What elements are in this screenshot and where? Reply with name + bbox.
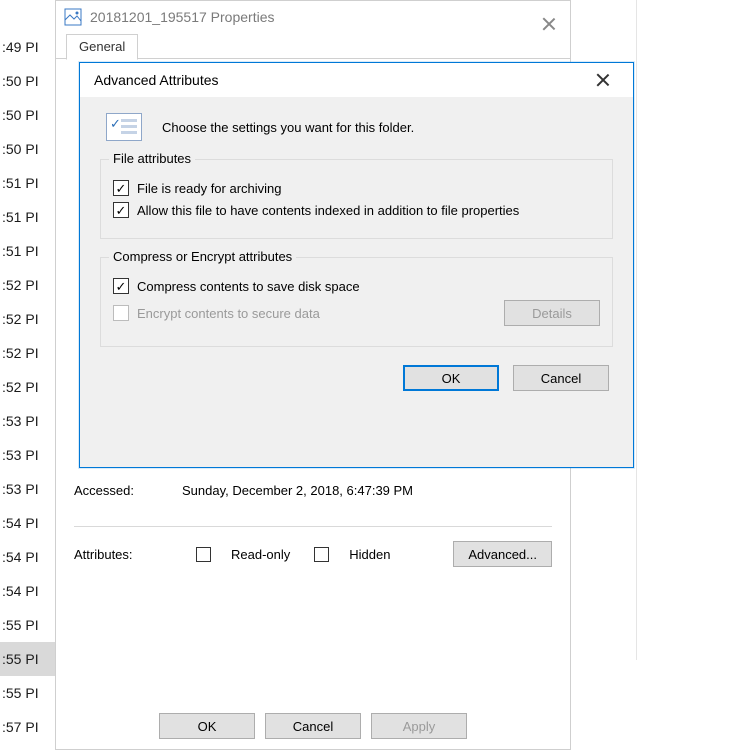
tab-general[interactable]: General: [66, 34, 138, 60]
attributes-label: Attributes:: [74, 547, 182, 562]
advanced-titlebar: Advanced Attributes: [80, 63, 633, 97]
index-label: Allow this file to have contents indexed…: [137, 203, 519, 218]
archive-label: File is ready for archiving: [137, 181, 282, 196]
advanced-intro-text: Choose the settings you want for this fo…: [162, 120, 414, 135]
accessed-label: Accessed:: [74, 483, 182, 498]
advanced-close-button[interactable]: [581, 65, 625, 95]
advanced-button[interactable]: Advanced...: [453, 541, 552, 567]
advanced-ok-button[interactable]: OK: [403, 365, 499, 391]
list-item[interactable]: :53 PI: [0, 438, 55, 472]
list-item[interactable]: :51 PI: [0, 234, 55, 268]
readonly-checkbox[interactable]: [196, 547, 211, 562]
list-item[interactable]: :53 PI: [0, 472, 55, 506]
index-checkbox[interactable]: [113, 202, 129, 218]
properties-apply-button[interactable]: Apply: [371, 713, 467, 739]
readonly-label: Read-only: [231, 547, 290, 562]
compress-encrypt-group: Compress or Encrypt attributes Compress …: [100, 257, 613, 347]
list-item[interactable]: :54 PI: [0, 574, 55, 608]
attributes-list-icon: [106, 113, 142, 141]
properties-tabstrip: General: [56, 33, 570, 59]
compress-checkbox[interactable]: [113, 278, 129, 294]
list-item[interactable]: :52 PI: [0, 302, 55, 336]
advanced-attributes-dialog: Advanced Attributes Choose the settings …: [79, 62, 634, 468]
archive-checkbox[interactable]: [113, 180, 129, 196]
properties-ok-button[interactable]: OK: [159, 713, 255, 739]
list-item[interactable]: :55 PI: [0, 608, 55, 642]
properties-titlebar: 20181201_195517 Properties: [56, 1, 570, 33]
background-time-list: :49 PI:50 PI:50 PI:50 PI:51 PI:51 PI:51 …: [0, 30, 55, 744]
list-item[interactable]: :52 PI: [0, 370, 55, 404]
file-attributes-group: File attributes File is ready for archiv…: [100, 159, 613, 239]
list-item[interactable]: :49 PI: [0, 30, 55, 64]
compress-encrypt-legend: Compress or Encrypt attributes: [109, 249, 296, 264]
hidden-label: Hidden: [349, 547, 390, 562]
divider: [74, 526, 552, 527]
list-item[interactable]: :55 PI: [0, 676, 55, 710]
properties-cancel-button[interactable]: Cancel: [265, 713, 361, 739]
list-item[interactable]: :52 PI: [0, 336, 55, 370]
details-button: Details: [504, 300, 600, 326]
properties-footer: OK Cancel Apply: [56, 713, 570, 739]
list-item[interactable]: :57 PI: [0, 710, 55, 744]
list-item[interactable]: :51 PI: [0, 200, 55, 234]
encrypt-label: Encrypt contents to secure data: [137, 306, 320, 321]
properties-title: 20181201_195517 Properties: [90, 9, 275, 25]
compress-label: Compress contents to save disk space: [137, 279, 360, 294]
list-item[interactable]: :50 PI: [0, 132, 55, 166]
list-item[interactable]: :55 PI: [0, 642, 55, 676]
hidden-checkbox[interactable]: [314, 547, 329, 562]
list-item[interactable]: :54 PI: [0, 506, 55, 540]
list-item[interactable]: :53 PI: [0, 404, 55, 438]
image-file-icon: [64, 8, 82, 26]
list-item[interactable]: :50 PI: [0, 64, 55, 98]
advanced-cancel-button[interactable]: Cancel: [513, 365, 609, 391]
list-item[interactable]: :50 PI: [0, 98, 55, 132]
list-item[interactable]: :54 PI: [0, 540, 55, 574]
list-item[interactable]: :51 PI: [0, 166, 55, 200]
divider: [636, 0, 637, 660]
list-item[interactable]: :52 PI: [0, 268, 55, 302]
file-attributes-legend: File attributes: [109, 151, 195, 166]
advanced-title: Advanced Attributes: [94, 72, 219, 88]
encrypt-checkbox: [113, 305, 129, 321]
accessed-value: Sunday, December 2, 2018, 6:47:39 PM: [182, 483, 413, 498]
